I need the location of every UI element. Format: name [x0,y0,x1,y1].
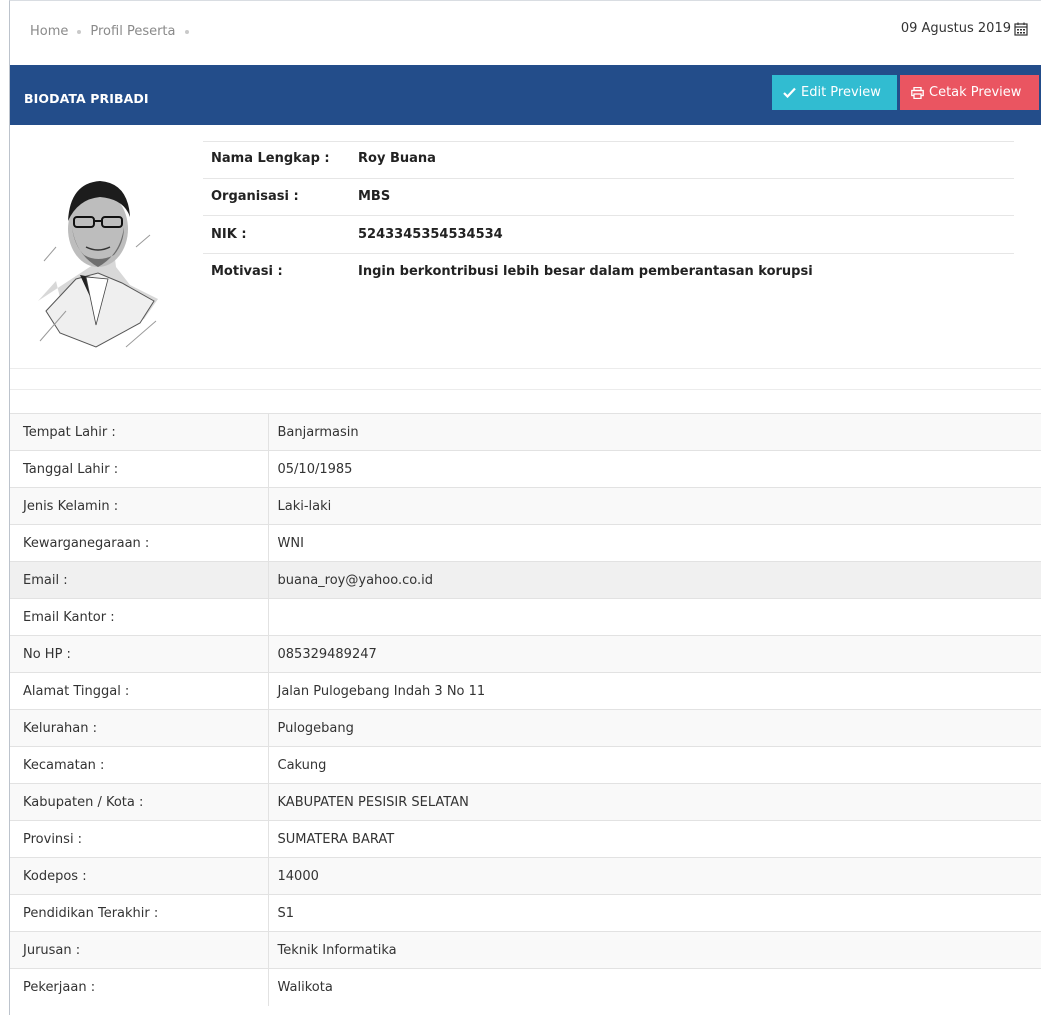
row-label: Alamat Tinggal : [10,672,269,710]
print-icon [911,86,924,99]
current-date: 09 Agustus 2019 [901,21,1028,36]
table-row: Tanggal Lahir :05/10/1985 [10,450,1041,488]
info-row-organisasi: Organisasi : MBS [203,178,1014,215]
biodata-table: Tempat Lahir : Banjarmasin Tanggal Lahir … [10,413,1041,1006]
check-icon [783,87,796,98]
cetak-preview-label: Cetak Preview [929,85,1022,100]
info-row-nik: NIK : 5243345354534534 [203,215,1014,253]
row-value: 14000 [268,857,1041,895]
info-label: NIK : [211,227,247,242]
row-label: Provinsi : [10,820,269,858]
table-row: Jenis Kelamin : Laki-laki [10,487,1041,525]
row-value: Teknik Informatika [268,931,1041,969]
page-frame: Home Profil Peserta 09 Agustus 2019 BIOD… [9,0,1041,1015]
table-row: Jurusan : Teknik Informatika [10,931,1041,969]
row-label: Pendidikan Terakhir : [10,894,269,932]
info-value: Roy Buana [358,151,436,166]
profile-section: Nama Lengkap : Roy Buana Organisasi : MB… [10,125,1041,390]
row-label: Tempat Lahir : [10,413,269,451]
row-label: Jenis Kelamin : [10,487,269,525]
row-label: Kelurahan : [10,709,269,747]
row-value: KABUPATEN PESISIR SELATAN [268,783,1041,821]
info-label: Organisasi : [211,189,299,204]
row-value: 085329489247 [268,635,1041,673]
divider [10,368,1041,369]
info-value: Ingin berkontribusi lebih besar dalam pe… [358,264,813,279]
table-row: Kabupaten / Kota : KABUPATEN PESISIR SELA… [10,783,1041,821]
table-row: Pendidikan Terakhir : S1 [10,894,1041,932]
info-label: Motivasi : [211,264,283,279]
info-label: Nama Lengkap : [211,151,330,166]
calendar-icon [1014,22,1028,36]
profile-info: Nama Lengkap : Roy Buana Organisasi : MB… [203,141,1014,293]
row-label: Email Kantor : [10,598,269,636]
row-value: 05/10/1985 [268,450,1041,488]
breadcrumb-separator [77,29,82,34]
row-label: Email : [10,561,269,599]
row-label: Kabupaten / Kota : [10,783,269,821]
row-value: buana_roy@yahoo.co.id [268,561,1041,599]
table-row: Pekerjaan : Walikota [10,968,1041,1006]
breadcrumb-profil-peserta[interactable]: Profil Peserta [90,24,175,39]
row-value: WNI [268,524,1041,562]
panel-title: BIODATA PRIBADI [24,91,149,106]
row-value: SUMATERA BARAT [268,820,1041,858]
row-value: Pulogebang [268,709,1041,747]
table-row: No HP :085329489247 [10,635,1041,673]
row-value: Jalan Pulogebang Indah 3 No 11 [268,672,1041,710]
info-row-nama: Nama Lengkap : Roy Buana [203,141,1014,178]
table-row: Kecamatan : Cakung [10,746,1041,784]
panel-header: BIODATA PRIBADI Edit Preview Cetak Previ… [10,65,1041,125]
table-row: Email Kantor : [10,598,1041,636]
row-label: Kewarganegaraan : [10,524,269,562]
row-label: Jurusan : [10,931,269,969]
row-value: Laki-laki [268,487,1041,525]
table-row: Kewarganegaraan : WNI [10,524,1041,562]
date-text: 09 Agustus 2019 [900,21,1011,36]
row-label: No HP : [10,635,269,673]
row-value: Walikota [268,968,1041,1006]
breadcrumb: Home Profil Peserta [30,24,198,39]
row-value: Cakung [268,746,1041,784]
table-row: Kelurahan : Pulogebang [10,709,1041,747]
table-row: Provinsi : SUMATERA BARAT [10,820,1041,858]
table-row: Email : buana_roy@yahoo.co.id [10,561,1041,599]
info-value: MBS [358,189,391,204]
table-row: Tempat Lahir : Banjarmasin [10,413,1041,451]
table-row: Kodepos :14000 [10,857,1041,895]
info-value: 5243345354534534 [358,227,503,242]
row-value [268,598,1041,636]
row-value: S1 [268,894,1041,932]
edit-preview-label: Edit Preview [801,85,881,100]
cetak-preview-button[interactable]: Cetak Preview [900,75,1039,110]
row-label: Tanggal Lahir : [10,450,269,488]
row-label: Kecamatan : [10,746,269,784]
info-row-motivasi: Motivasi : Ingin berkontribusi lebih bes… [203,253,1014,293]
breadcrumb-home[interactable]: Home [30,24,68,39]
divider [10,389,1041,390]
breadcrumb-separator [184,29,189,34]
edit-preview-button[interactable]: Edit Preview [772,75,897,110]
top-bar: Home Profil Peserta 09 Agustus 2019 [10,1,1041,65]
table-row: Alamat Tinggal : Jalan Pulogebang Indah 3… [10,672,1041,710]
row-label: Kodepos : [10,857,269,895]
avatar [38,181,158,348]
row-value: Banjarmasin [268,413,1041,451]
row-label: Pekerjaan : [10,968,269,1006]
